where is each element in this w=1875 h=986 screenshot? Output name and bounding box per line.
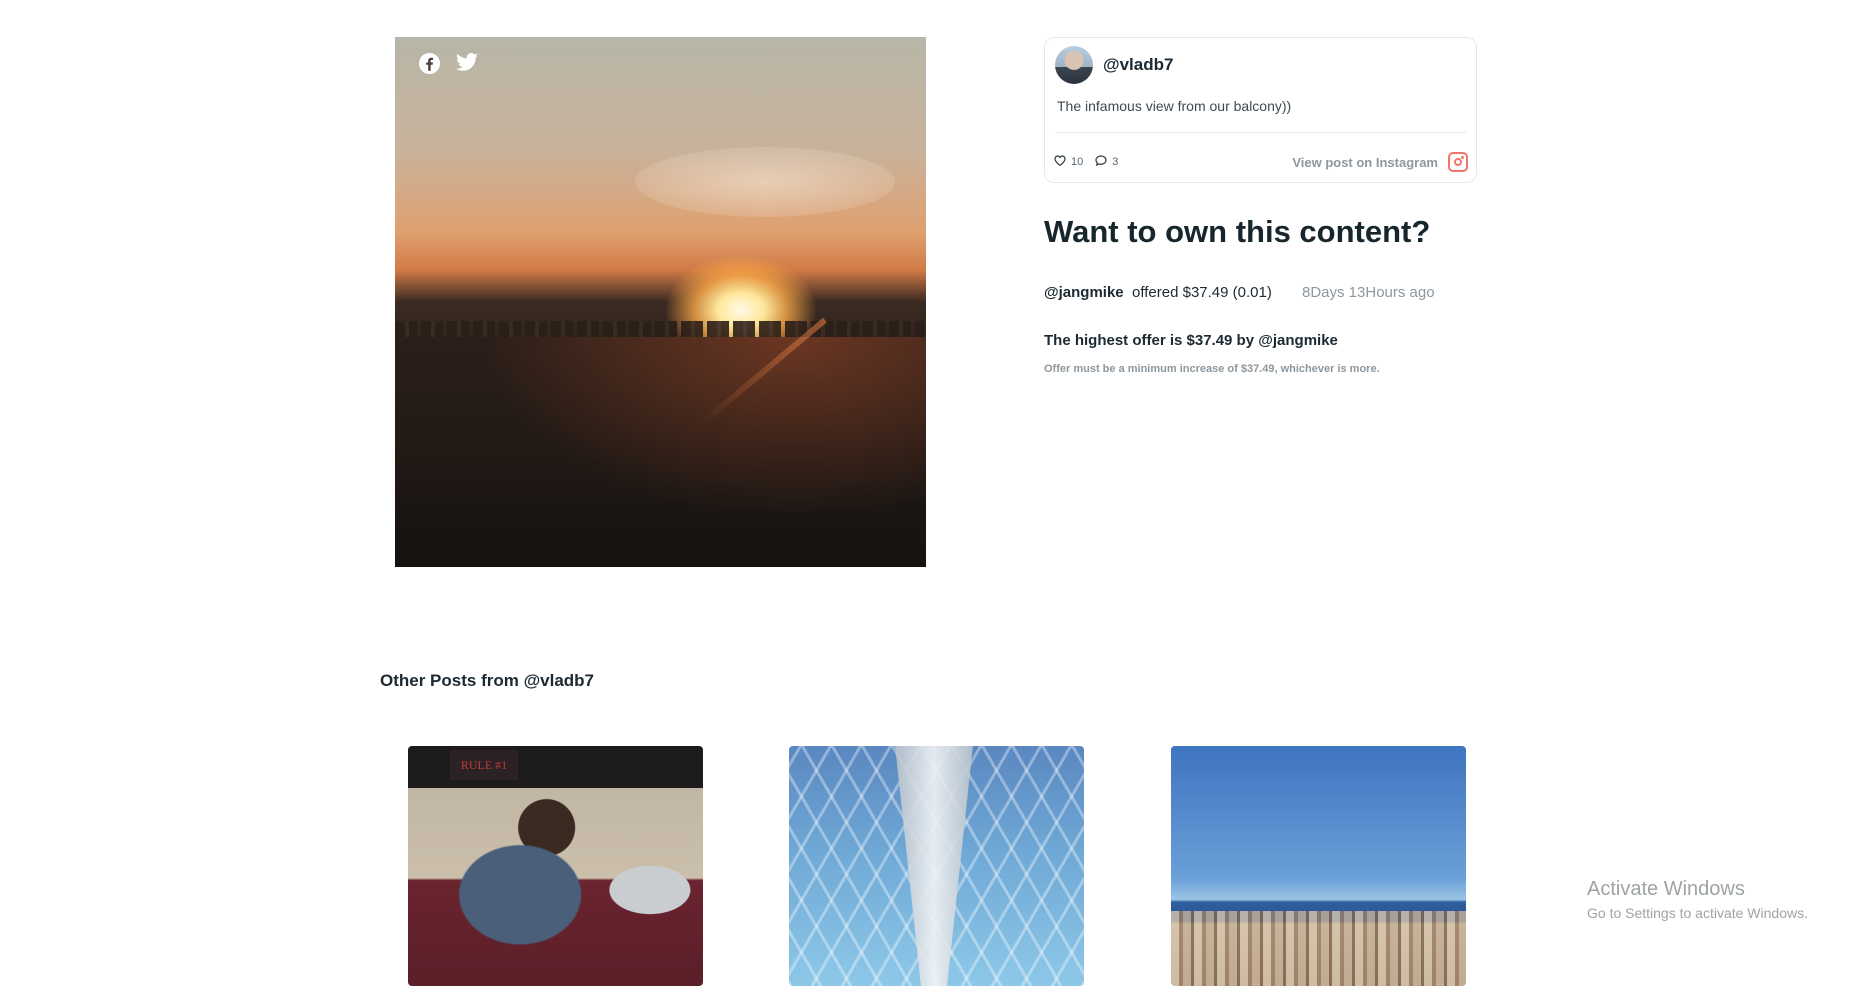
offer-time-ago: 8Days 13Hours ago <box>1302 284 1435 301</box>
other-post-thumbnail-1[interactable]: RULE #1 <box>408 746 703 986</box>
offer-heading: Want to own this content? <box>1044 214 1431 249</box>
post-stats: 10 3 <box>1054 155 1130 169</box>
thumbnail-poster: RULE #1 <box>450 750 518 780</box>
instagram-post-card: @vladb7 The infamous view from our balco… <box>1044 37 1477 183</box>
photo-cloud <box>635 147 895 217</box>
main-post-image <box>395 37 926 567</box>
offer-entry: @jangmike offered $37.49 (0.01) 8Days 13… <box>1044 284 1435 301</box>
comments-stat: 3 <box>1095 155 1118 169</box>
likes-count: 10 <box>1071 156 1084 168</box>
likes-stat: 10 <box>1054 155 1083 169</box>
view-on-instagram-link[interactable]: View post on Instagram <box>1292 155 1438 170</box>
offer-bidder[interactable]: @jangmike <box>1044 284 1124 301</box>
other-post-thumbnail-3[interactable] <box>1171 746 1466 986</box>
other-posts-heading: Other Posts from @vladb7 <box>380 671 595 690</box>
instagram-username[interactable]: @vladb7 <box>1103 55 1173 75</box>
thumbnail-bridge-arch <box>894 746 974 986</box>
watermark-title: Activate Windows <box>1587 878 1745 900</box>
heart-icon <box>1054 155 1066 169</box>
watermark-subtitle: Go to Settings to activate Windows. <box>1587 905 1808 921</box>
instagram-icon[interactable] <box>1448 152 1468 172</box>
comments-count: 3 <box>1112 156 1119 168</box>
minimum-increase-note: Offer must be a minimum increase of $37.… <box>1044 363 1380 375</box>
card-divider <box>1055 132 1466 133</box>
activate-windows-watermark: Activate Windows Go to Settings to activ… <box>1587 878 1808 921</box>
share-icons <box>418 52 479 75</box>
comment-icon <box>1095 155 1107 169</box>
post-caption: The infamous view from our balcony)) <box>1057 98 1292 114</box>
facebook-icon[interactable] <box>418 52 441 75</box>
thumbnail-stone-stacks <box>1171 911 1466 986</box>
offer-amount: offered $37.49 (0.01) <box>1132 284 1272 301</box>
photo-ground <box>395 337 926 567</box>
highest-offer-text: The highest offer is $37.49 by @jangmike <box>1044 332 1338 349</box>
avatar[interactable] <box>1055 46 1093 84</box>
twitter-icon[interactable] <box>455 52 479 75</box>
other-post-thumbnail-2[interactable] <box>789 746 1084 986</box>
